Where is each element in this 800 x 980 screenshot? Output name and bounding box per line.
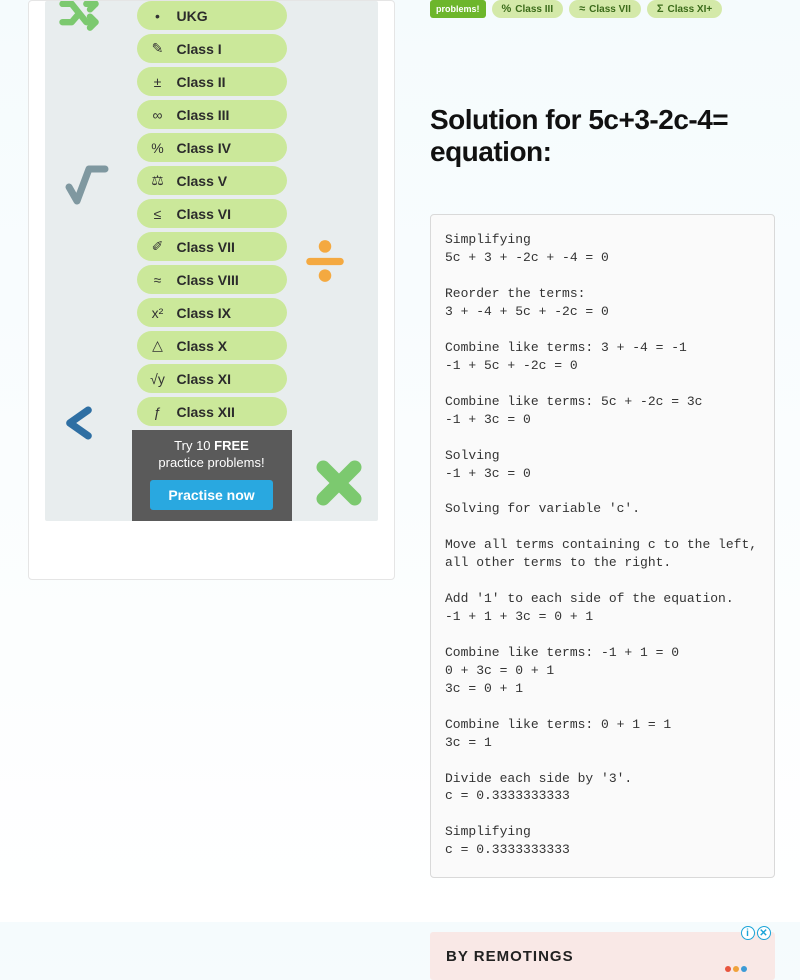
approx-icon: ≈ bbox=[579, 3, 585, 15]
percent-icon: % bbox=[502, 3, 512, 15]
cta-text-free: FREE bbox=[214, 438, 249, 453]
class-label: Class VII bbox=[177, 239, 235, 255]
solution-title: Solution for 5c+3-2c-4= equation: bbox=[430, 104, 775, 168]
less-than-icon bbox=[57, 401, 101, 450]
class-label: Class V bbox=[177, 173, 228, 189]
class-item-iii[interactable]: ∞ Class III bbox=[137, 100, 287, 129]
cta-text: Try 10 FREE practice problems! bbox=[138, 438, 286, 472]
balance-icon: ⚖ bbox=[149, 172, 167, 189]
class-label: Class VI bbox=[177, 206, 231, 222]
sidebar-ad-card: • UKG ✎ Class I ± Class II ∞ Class III %… bbox=[28, 0, 395, 580]
promo-banner[interactable]: BY REMOTINGS i ✕ bbox=[430, 932, 775, 980]
ad-info-button[interactable]: i bbox=[741, 926, 755, 940]
square-root-icon bbox=[63, 161, 111, 214]
multiply-icon bbox=[312, 456, 366, 515]
class-label: Class XI bbox=[177, 371, 231, 387]
class-label: Class II bbox=[177, 74, 226, 90]
class-item-i[interactable]: ✎ Class I bbox=[137, 34, 287, 63]
cta-bar: Try 10 FREE practice problems! Practise … bbox=[132, 430, 292, 521]
tag-class-iii[interactable]: % Class III bbox=[492, 0, 564, 18]
class-item-ukg[interactable]: • UKG bbox=[137, 1, 287, 30]
promo-logo-icon bbox=[725, 966, 747, 972]
dot-icon: • bbox=[149, 8, 167, 24]
top-tag-row: problems! % Class III ≈ Class VII Σ Clas… bbox=[430, 0, 775, 18]
tag-label: Class VII bbox=[589, 4, 631, 15]
ad-close-button[interactable]: ✕ bbox=[757, 926, 771, 940]
tag-class-vii[interactable]: ≈ Class VII bbox=[569, 0, 641, 18]
sigma-icon: Σ bbox=[657, 3, 664, 15]
class-item-x[interactable]: △ Class X bbox=[137, 331, 287, 360]
class-label: Class I bbox=[177, 41, 222, 57]
solution-box: Simplifying 5c + 3 + -2c + -4 = 0 Reorde… bbox=[430, 214, 775, 878]
pencil-icon: ✎ bbox=[149, 40, 167, 57]
function-icon: ƒ bbox=[149, 404, 167, 420]
promo-label: BY REMOTINGS bbox=[446, 948, 574, 965]
class-list: • UKG ✎ Class I ± Class II ∞ Class III %… bbox=[137, 1, 287, 426]
main-content: problems! % Class III ≈ Class VII Σ Clas… bbox=[430, 0, 775, 980]
approx-icon: ≈ bbox=[149, 272, 167, 288]
percent-icon: % bbox=[149, 140, 167, 156]
tag-label: Class III bbox=[515, 4, 553, 15]
pen-icon: ✐ bbox=[149, 238, 167, 255]
class-item-vii[interactable]: ✐ Class VII bbox=[137, 232, 287, 261]
divide-icon bbox=[300, 236, 350, 291]
sidebar-ad-area: • UKG ✎ Class I ± Class II ∞ Class III %… bbox=[45, 1, 378, 521]
class-label: Class IV bbox=[177, 140, 231, 156]
class-item-vi[interactable]: ≤ Class VI bbox=[137, 199, 287, 228]
xsquared-icon: x² bbox=[149, 305, 167, 321]
cta-text-2: practice problems! bbox=[158, 455, 264, 470]
solution-steps: Simplifying 5c + 3 + -2c + -4 = 0 Reorde… bbox=[445, 231, 760, 859]
adchoices: i ✕ bbox=[741, 926, 771, 940]
tag-label: Class XI+ bbox=[667, 4, 712, 15]
plusminus-icon: ± bbox=[149, 74, 167, 90]
class-label: Class IX bbox=[177, 305, 231, 321]
triangle-icon: △ bbox=[149, 337, 167, 354]
root-y-icon: √y bbox=[149, 371, 167, 387]
class-item-xi[interactable]: √y Class XI bbox=[137, 364, 287, 393]
class-item-ii[interactable]: ± Class II bbox=[137, 67, 287, 96]
tag-problems[interactable]: problems! bbox=[430, 0, 486, 18]
logo-dot-3 bbox=[741, 966, 747, 972]
class-label: Class VIII bbox=[177, 272, 239, 288]
class-item-iv[interactable]: % Class IV bbox=[137, 133, 287, 162]
class-item-viii[interactable]: ≈ Class VIII bbox=[137, 265, 287, 294]
logo-dot-1 bbox=[725, 966, 731, 972]
class-item-v[interactable]: ⚖ Class V bbox=[137, 166, 287, 195]
tag-class-xi-plus[interactable]: Σ Class XI+ bbox=[647, 0, 722, 18]
class-item-ix[interactable]: x² Class IX bbox=[137, 298, 287, 327]
logo-dot-2 bbox=[733, 966, 739, 972]
infinity-icon: ∞ bbox=[149, 107, 167, 123]
class-label: Class XII bbox=[177, 404, 235, 420]
lte-icon: ≤ bbox=[149, 206, 167, 222]
class-label: Class III bbox=[177, 107, 230, 123]
shuffle-icon bbox=[57, 1, 101, 45]
class-item-xii[interactable]: ƒ Class XII bbox=[137, 397, 287, 426]
class-label: UKG bbox=[177, 8, 208, 24]
practise-now-button[interactable]: Practise now bbox=[150, 480, 272, 510]
class-label: Class X bbox=[177, 338, 228, 354]
cta-text-1: Try 10 bbox=[174, 438, 214, 453]
